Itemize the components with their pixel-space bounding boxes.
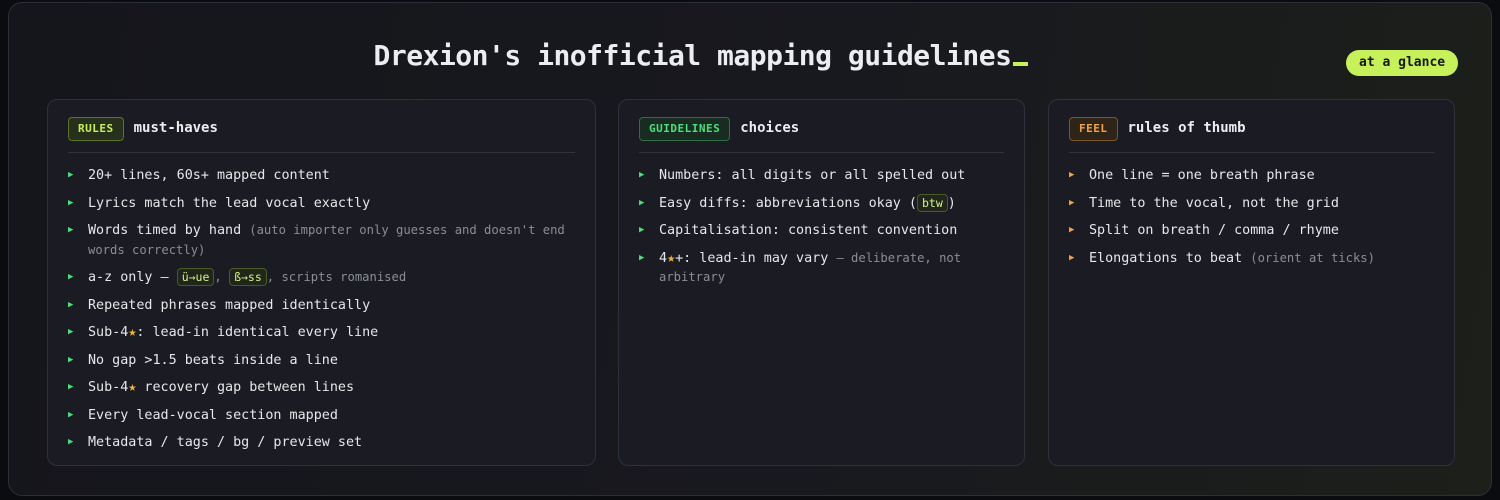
guidelines-card-header: GUIDELINES choices [639,117,1004,153]
item-text: 4 [659,250,668,266]
item-text: Time to the vocal, not the grid [1089,195,1339,211]
triangle-right-icon: ▶ [1069,252,1075,263]
triangle-right-icon: ▶ [68,354,74,365]
umlaut-chip: ü→ue [176,268,215,286]
at-a-glance-badge[interactable]: at a glance [1346,50,1459,76]
list-item: ▶ Numbers: all digits or all spelled out [639,166,1008,186]
list-item: ▶ Every lead-vocal section mapped [68,406,579,426]
guidelines-list: ▶ Numbers: all digits or all spelled out … [639,166,1008,296]
list-item: ▶ Sub-4★: lead-in identical every line [68,323,579,343]
list-item: ▶ No gap >1.5 beats inside a line [68,351,579,371]
item-text: +: lead-in may vary [675,250,829,266]
eszett-chip: ß→ss [229,268,267,286]
list-item: ▶ Capitalisation: consistent convention [639,221,1008,241]
item-text: 20+ lines, 60s+ mapped content [88,168,330,183]
item-text: Split on breath / comma / rhyme [1089,223,1339,238]
list-item: ▶ Sub-4★ recovery gap between lines [68,378,579,398]
item-separator: , [214,270,230,284]
triangle-right-icon: ▶ [68,382,74,392]
item-text: Metadata / tags / bg / preview set [88,435,363,450]
item-text: Repeated phrases mapped identically [88,297,371,313]
triangle-right-icon: ▶ [1069,170,1075,180]
triangle-right-icon: ▶ [68,272,74,282]
item-text: Lyrics match the lead vocal exactly [88,195,371,211]
triangle-right-icon: ▶ [68,327,74,337]
item-text: recovery gap between lines [136,380,355,395]
triangle-right-icon: ▶ [68,409,74,420]
triangle-right-icon: ▶ [68,197,74,208]
rules-tag: RULES [68,117,124,141]
feel-subtitle: rules of thumb [1127,120,1246,136]
item-text: Every lead-vocal section mapped [88,407,338,423]
list-item: ▶ Metadata / tags / bg / preview set [68,433,579,453]
list-item: ▶ a-z only — ü→ue, ß→ss, scripts romanise… [68,268,579,288]
list-item: ▶ Elongations to beat (orient at ticks) [1069,249,1438,269]
rules-card: RULES must-haves ▶ 20+ lines, 60s+ mapped… [47,99,596,466]
star-icon: ★ [667,250,676,266]
list-item: ▶ Split on breath / comma / rhyme [1069,221,1438,241]
page-title-text: Drexion's inofficial mapping guidelines [373,39,1012,72]
triangle-right-icon: ▶ [1069,225,1075,235]
list-item: ▶ Repeated phrases mapped identically [68,296,579,316]
guidelines-panel: Drexion's inofficial mapping guidelines … [8,2,1492,496]
guidelines-card: GUIDELINES choices ▶ Numbers: all digits … [618,99,1025,466]
page-title: Drexion's inofficial mapping guidelines [9,39,1393,72]
triangle-right-icon: ▶ [639,170,645,180]
item-text: Words timed by hand [88,223,242,238]
item-text: a-z only — [88,270,177,285]
guidelines-subtitle: choices [740,120,800,136]
item-text: Sub-4 [88,325,129,340]
guidelines-tag: GUIDELINES [639,117,731,141]
abbreviation-chip: btw [916,193,948,212]
rules-subtitle: must-haves [133,120,218,136]
list-item: ▶ 4★+: lead-in may vary — deliberate, not… [639,249,1008,288]
item-text: Elongations to beat [1089,250,1243,266]
triangle-right-icon: ▶ [68,299,74,310]
item-text: One line = one breath phrase [1089,168,1315,183]
feel-tag: FEEL [1069,117,1118,141]
feel-card: FEEL rules of thumb ▶ One line = one brea… [1048,99,1455,466]
triangle-right-icon: ▶ [1069,197,1075,208]
feel-card-header: FEEL rules of thumb [1069,117,1434,153]
item-text: Easy diffs: abbreviations okay ( [659,195,917,211]
item-text: : lead-in identical every line [136,325,379,340]
triangle-right-icon: ▶ [639,225,645,235]
list-item: ▶ Lyrics match the lead vocal exactly [68,194,579,214]
list-item: ▶ Easy diffs: abbreviations okay (btw) [639,193,1008,214]
triangle-right-icon: ▶ [68,225,74,235]
item-text: Capitalisation: consistent convention [659,223,958,238]
item-text: No gap >1.5 beats inside a line [88,352,338,368]
triangle-right-icon: ▶ [68,170,74,180]
triangle-right-icon: ▶ [639,252,645,263]
item-note: (orient at ticks) [1250,250,1375,265]
triangle-right-icon: ▶ [68,437,74,447]
item-text: Numbers: all digits or all spelled out [659,168,966,183]
list-item: ▶ Words timed by hand (auto importer only… [68,221,579,260]
item-text: ) [947,195,956,211]
rules-card-header: RULES must-haves [68,117,575,153]
triangle-right-icon: ▶ [639,197,645,208]
item-text: Sub-4 [88,380,129,395]
list-item: ▶ Time to the vocal, not the grid [1069,194,1438,214]
rules-list: ▶ 20+ lines, 60s+ mapped content ▶ Lyrics … [68,166,579,461]
list-item: ▶ 20+ lines, 60s+ mapped content [68,166,579,186]
item-note: , scripts romanised [266,270,407,284]
cursor-icon [1013,62,1029,66]
feel-list: ▶ One line = one breath phrase ▶ Time to t… [1069,166,1438,276]
list-item: ▶ One line = one breath phrase [1069,166,1438,186]
